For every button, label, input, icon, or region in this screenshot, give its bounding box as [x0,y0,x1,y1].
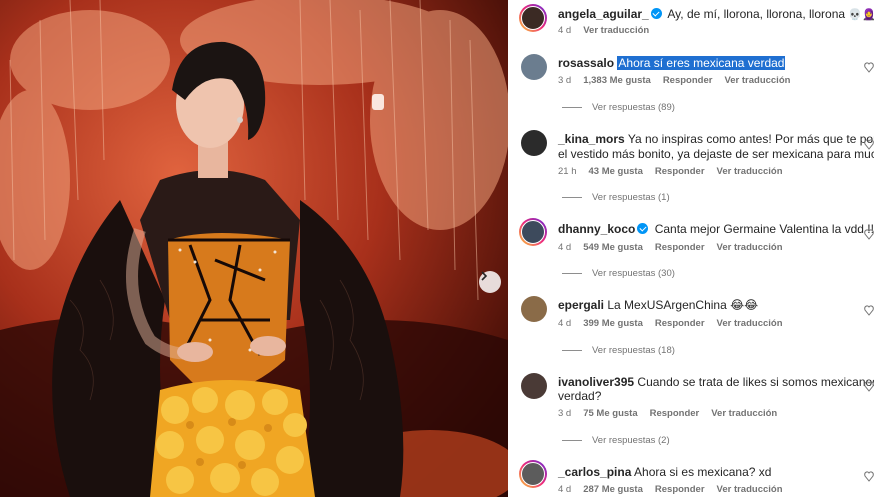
post-photo [0,0,508,497]
comment-likes[interactable]: 1,383 Me gusta [583,75,651,86]
avatar[interactable] [521,373,547,399]
heart-icon[interactable] [864,380,874,392]
comment-text: Cuando se trata de likes si somos mexica… [637,375,874,389]
caption-emojis: 💀🧕 [848,9,874,21]
view-replies-button[interactable]: Ver respuestas (2) [562,435,670,446]
translate-link[interactable]: Ver traducción [717,484,783,495]
comment-meta: 4 d 287 Me gusta Responder Ver traducción [558,484,795,495]
avatar[interactable] [521,54,547,80]
comment-username[interactable]: _kina_mors [558,132,625,146]
comment-text: Canta mejor Germaine Valentina la vdd !! [654,222,874,236]
reply-link[interactable]: Responder [655,166,705,177]
avatar[interactable] [521,130,547,156]
translate-link[interactable]: Ver traducción [717,242,783,253]
translate-link[interactable]: Ver traducción [711,408,777,419]
next-photo-button[interactable] [479,271,501,293]
translate-link[interactable]: Ver traducción [583,25,649,36]
comment-meta: 3 d 1,383 Me gusta Responder Ver traducción [558,75,802,86]
comment-meta: 3 d 75 Me gusta Responder Ver traducción [558,408,789,419]
comment-username[interactable]: epergali [558,298,604,312]
verified-badge-icon [650,8,662,19]
comment-line: _carlos_pina Ahora si es mexicana? xd [558,464,771,480]
comment-username[interactable]: dhanny_koco [558,222,635,236]
comment-meta: 4 d 399 Me gusta Responder Ver traducción [558,318,795,329]
comment-time[interactable]: 4 d [558,318,571,329]
comment-line: _kina_mors Ya no inspiras como antes! Po… [558,131,874,147]
view-replies-button[interactable]: Ver respuestas (30) [562,268,675,279]
heart-icon[interactable] [864,138,874,150]
view-replies-button[interactable]: Ver respuestas (89) [562,102,675,113]
comment-text: Ahora sí eres mexicana verdad [617,56,786,70]
translate-link[interactable]: Ver traducción [724,75,790,86]
reply-link[interactable]: Responder [655,318,705,329]
comment-meta: 21 h 43 Me gusta Responder Ver traducción [558,166,795,177]
photo-illustration [0,0,508,497]
caption-line: angela_aguilar_ Ay, de mí, llorona, llor… [558,6,874,23]
caption-time[interactable]: 4 d [558,25,571,36]
comment-line: ivanoliver395 Cuando se trata de likes s… [558,374,874,390]
reply-link[interactable]: Responder [655,242,705,253]
reply-link[interactable]: Responder [663,75,713,86]
translate-link[interactable]: Ver traducción [717,318,783,329]
comment-text: La MexUSArgenChina 😂😂 [607,298,759,312]
reply-link[interactable]: Responder [655,484,705,495]
translate-link[interactable]: Ver traducción [717,166,783,177]
comment-meta: 4 d 549 Me gusta Responder Ver traducción [558,242,795,253]
comment-text-continued: el vestido más bonito, ya dejaste de ser… [558,147,874,161]
view-replies-button[interactable]: Ver respuestas (18) [562,345,675,356]
comment-time[interactable]: 4 d [558,242,571,253]
comment-text: Ahora si es mexicana? xd [634,465,772,479]
caption-text: Ay, de mí, llorona, llorona, llorona [667,7,846,21]
comment-line: rosassalo Ahora sí eres mexicana verdad [558,55,786,71]
comment-likes[interactable]: 549 Me gusta [583,242,643,253]
comment-time[interactable]: 3 d [558,408,571,419]
heart-icon[interactable] [864,61,874,73]
avatar[interactable] [519,218,547,246]
comment-time[interactable]: 3 d [558,75,571,86]
comment-time[interactable]: 4 d [558,484,571,495]
heart-icon[interactable] [864,228,874,240]
avatar[interactable] [521,296,547,322]
comment-likes[interactable]: 75 Me gusta [583,408,637,419]
verified-badge-icon [637,223,649,234]
comments-panel: angela_aguilar_ Ay, de mí, llorona, llor… [508,0,874,497]
caption-username[interactable]: angela_aguilar_ [558,7,649,21]
comment-time[interactable]: 21 h [558,166,577,177]
avatar[interactable] [519,460,547,488]
heart-icon[interactable] [864,470,874,482]
comment-text-continued: verdad? [558,389,602,403]
comment-likes[interactable]: 43 Me gusta [589,166,643,177]
comment-line: epergali La MexUSArgenChina 😂😂 [558,297,758,313]
avatar[interactable] [519,4,547,32]
comment-likes[interactable]: 287 Me gusta [583,484,643,495]
heart-icon[interactable] [864,304,874,316]
reply-link[interactable]: Responder [650,408,700,419]
comment-likes[interactable]: 399 Me gusta [583,318,643,329]
comment-text: Ya no inspiras como antes! Por más que t… [627,132,874,146]
comment-username[interactable]: ivanoliver395 [558,375,634,389]
comment-username[interactable]: _carlos_pina [558,465,631,479]
comment-username[interactable]: rosassalo [558,56,614,70]
comment-line: dhanny_koco Canta mejor Germaine Valenti… [558,221,874,237]
caption-meta: 4 d Ver traducción [558,25,661,36]
chevron-right-icon [481,271,488,281]
view-replies-button[interactable]: Ver respuestas (1) [562,192,670,203]
